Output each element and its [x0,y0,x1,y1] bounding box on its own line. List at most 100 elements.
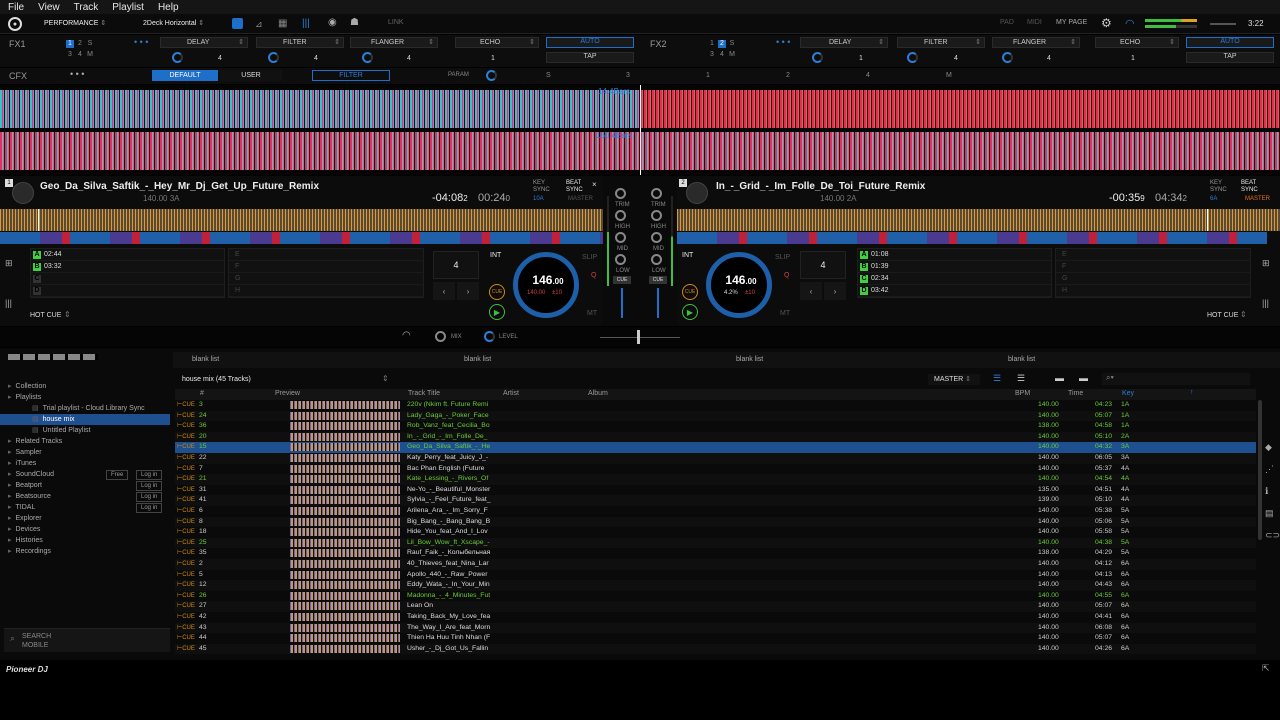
col-track-title[interactable]: Track Title [408,390,440,397]
my-page-button[interactable]: MY PAGE [1056,19,1087,26]
deck2-key-sync[interactable]: KEY SYNC [1210,180,1230,194]
fx1-channel-0[interactable]: 1 [66,40,74,48]
ch1-trim-knob[interactable] [615,188,626,199]
table-row[interactable]: ⊢CUE 43 The_Way_I_Are_feat_Morn 140.00 06:08… [175,622,1256,634]
deck2-hotcue-H[interactable]: H [1056,285,1250,297]
table-row[interactable]: ⊢CUE 26 Madonna_-_4_Minutes_Fut 140.00 04:55… [175,591,1256,602]
tree-item[interactable]: ▤ Untitled Playlist [0,425,170,436]
fx2-slot-4[interactable]: ECHO ⇕ [1095,37,1179,48]
deck2-waveform-icon[interactable]: ||| [1262,298,1269,308]
deck1-overview-waveform[interactable] [0,209,603,231]
fx1-channel-1[interactable]: 2 [76,40,84,48]
fx2-knob-3[interactable] [1002,52,1013,63]
info-icon[interactable]: ℹ [1265,480,1277,502]
sampler-side-icon[interactable]: ▤ [1265,502,1277,524]
deck2-loop-prev-button[interactable]: ‹ [800,282,822,300]
tree-login-button[interactable]: Log in [136,481,163,491]
row-preview-waveform[interactable] [290,528,400,537]
deck1-jog-wheel[interactable]: 146.00 140.00 ±10 [513,252,579,318]
fx2-channel-2[interactable]: S [728,40,736,48]
fx1-knob-3[interactable] [362,52,373,63]
row-preview-waveform[interactable] [290,570,400,579]
browser-scrollbar[interactable] [1258,400,1262,540]
pane-4-label[interactable]: blank list [1008,356,1035,363]
tag-view-icon[interactable]: ▬ [1079,373,1088,383]
deck2-hotcue-D[interactable]: D 03:42 [858,285,1051,297]
list-view-icon[interactable]: ☰ [993,373,1001,384]
search-mobile-button[interactable]: ⌕ SEARCH MOBILE [4,628,170,652]
pane-3-label[interactable]: blank list [736,356,763,363]
deck2-grid-icon[interactable]: ⊞ [1262,258,1270,269]
fx1-slot-3[interactable]: FLANGER ⇕ [350,37,438,48]
fx2-slot-2[interactable]: FILTER ⇕ [897,37,985,48]
mode-select[interactable]: PERFORMANCE ⇕ [44,19,116,27]
tree-login-button[interactable]: Log in [136,503,163,513]
tree-item[interactable]: ▸ Devices [0,524,170,535]
deck2-beat-sync[interactable]: BEAT SYNC [1241,180,1261,194]
row-preview-waveform[interactable] [290,507,400,515]
col-artist[interactable]: Artist [503,390,519,397]
table-row[interactable]: ⊢CUE 18 Hide_You_feat_And_I_Lov 140.00 05:58… [175,527,1256,538]
link-button[interactable]: LINK [388,19,404,26]
table-row[interactable]: ⊢CUE 5 Apollo_440_-_Raw_Power 140.00 04:13 6A [175,570,1256,581]
cfx-filter-button[interactable]: FILTER [312,70,390,81]
row-preview-waveform[interactable] [290,496,400,505]
deck1-key-sync[interactable]: KEY SYNC [533,180,553,194]
ch1-cue-button[interactable]: CUE [613,276,631,284]
ch2-fader[interactable] [657,288,659,318]
table-row[interactable]: ⊢CUE 8 Big_Bang_-_Bang_Bang_B 140.00 05:06 5A [175,516,1256,528]
playlist-sort-arrows-icon[interactable]: ⇕ [382,374,389,383]
row-preview-waveform[interactable] [290,432,400,441]
row-preview-waveform[interactable] [290,517,400,526]
table-row[interactable]: ⊢CUE 45 Usher_-_Dj_Got_Us_Fallin 140.00 04:2… [175,643,1256,655]
fx1-knob-2[interactable] [268,52,279,63]
deck2-loop-length[interactable]: 4 [800,251,846,279]
tree-item[interactable]: ▸ Recordings [0,546,170,557]
tag-icon[interactable]: ◆ [1265,436,1277,458]
fx2-channel-1[interactable]: 2 [718,40,726,48]
headphones-icon[interactable]: ◠ [1125,17,1135,30]
table-row[interactable]: ⊢CUE 35 Rauf_Faik_-_Колыбельная 138.00 04:29… [175,548,1256,559]
deck2-jog-wheel[interactable]: 146.00 4.2% ±10 [706,252,772,318]
fx2-tap-button[interactable]: TAP [1186,52,1274,63]
deck2-hotcue-label[interactable]: HOT CUE [1207,312,1238,319]
table-row[interactable]: ⊢CUE 36 Rob_Vanz_feat_Cecilia_Bo 138.00 04:5… [175,421,1256,432]
table-row[interactable]: ⊢CUE 25 Lil_Bow_Wow_ft_Xscape_- 140.00 04:38… [175,537,1256,549]
row-preview-waveform[interactable] [290,538,400,547]
cfx-user-tab[interactable]: USER [220,70,282,81]
menu-view[interactable]: View [38,2,60,13]
crossfader-handle[interactable] [637,330,640,344]
table-row[interactable]: ⊢CUE 41 Sylvia_-_Feel_Future_feat_ 139.00 05… [175,495,1256,506]
mixer-view-icon[interactable]: ||| [302,18,310,29]
fx1-auto-button[interactable]: AUTO [546,37,634,48]
table-row[interactable]: ⊢CUE 31 Ne-Yo_-_Beautiful_Monster 135.00 04:… [175,485,1256,496]
deck1-cue-button[interactable]: CUE [489,284,505,300]
deck1-hotcue-G[interactable]: G [229,273,423,285]
row-preview-waveform[interactable] [290,634,400,643]
table-row[interactable]: ⊢CUE 3 220v (Nkim ft. Future Remi 140.00 04:… [175,400,1256,411]
deck1-hotcue-F[interactable]: F [229,261,423,273]
deck1-hotcue-arrows-icon[interactable]: ⇕ [64,310,71,319]
row-preview-waveform[interactable] [290,602,400,611]
artwork-view-icon[interactable]: ▬ [1055,373,1064,383]
tree-item[interactable]: ▸ Histories [0,535,170,546]
tree-item[interactable]: ▤ Trial playlist - Cloud Library Sync [0,403,170,414]
row-preview-waveform[interactable] [290,485,400,494]
row-preview-waveform[interactable] [290,475,400,484]
row-preview-waveform[interactable] [290,401,400,409]
ch2-high-knob[interactable] [651,210,662,221]
fx2-knob-1[interactable] [812,52,823,63]
master-select[interactable]: MASTER ⇕ [928,374,980,385]
col-preview[interactable]: Preview [275,390,300,397]
deck2-cue-button[interactable]: CUE [682,284,698,300]
deck2-play-button[interactable]: ▶ [682,304,698,320]
ch2-trim-knob[interactable] [651,188,662,199]
col-bpm[interactable]: BPM [1015,390,1030,397]
tree-badge[interactable]: Free [106,470,129,480]
tree-login-button[interactable]: Log in [136,492,163,502]
tree-item[interactable]: ▤ house mix [0,414,170,425]
deck2-slip-button[interactable]: SLIP [775,254,790,261]
tree-item[interactable]: ▸ Collection [0,381,170,392]
row-preview-waveform[interactable] [290,623,400,632]
deck1-quantize-button[interactable]: Q [591,272,596,279]
